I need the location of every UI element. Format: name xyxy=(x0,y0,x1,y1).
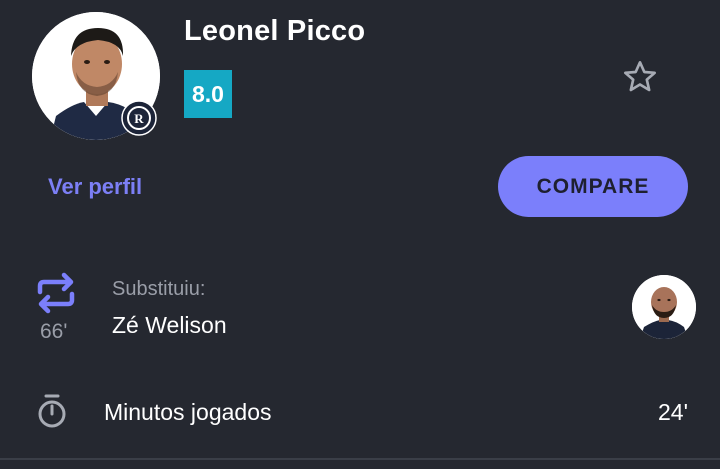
svg-text:R: R xyxy=(134,111,144,126)
substituted-player-avatar[interactable] xyxy=(632,275,696,339)
substitution-label: Substituiu: xyxy=(112,278,206,300)
club-badge: R xyxy=(121,100,157,136)
favorite-button[interactable] xyxy=(619,56,661,98)
compare-button[interactable]: COMPARE xyxy=(498,156,688,217)
rating-badge: 8.0 xyxy=(184,70,232,118)
substituted-player-photo-icon xyxy=(632,275,696,339)
view-profile-link[interactable]: Ver perfil xyxy=(48,172,142,202)
minutes-played-label: Minutos jogados xyxy=(104,399,272,425)
stopwatch-icon xyxy=(35,393,69,429)
substituted-player-name: Zé Welison xyxy=(112,312,227,338)
divider xyxy=(0,458,720,460)
player-name: Leonel Picco xyxy=(184,15,366,47)
substitution-minute: 66' xyxy=(40,320,68,343)
remo-club-crest-icon: R xyxy=(121,100,157,136)
swap-arrows-icon xyxy=(34,272,78,314)
star-outline-icon xyxy=(624,61,656,92)
minutes-played-value: 24' xyxy=(658,399,688,425)
